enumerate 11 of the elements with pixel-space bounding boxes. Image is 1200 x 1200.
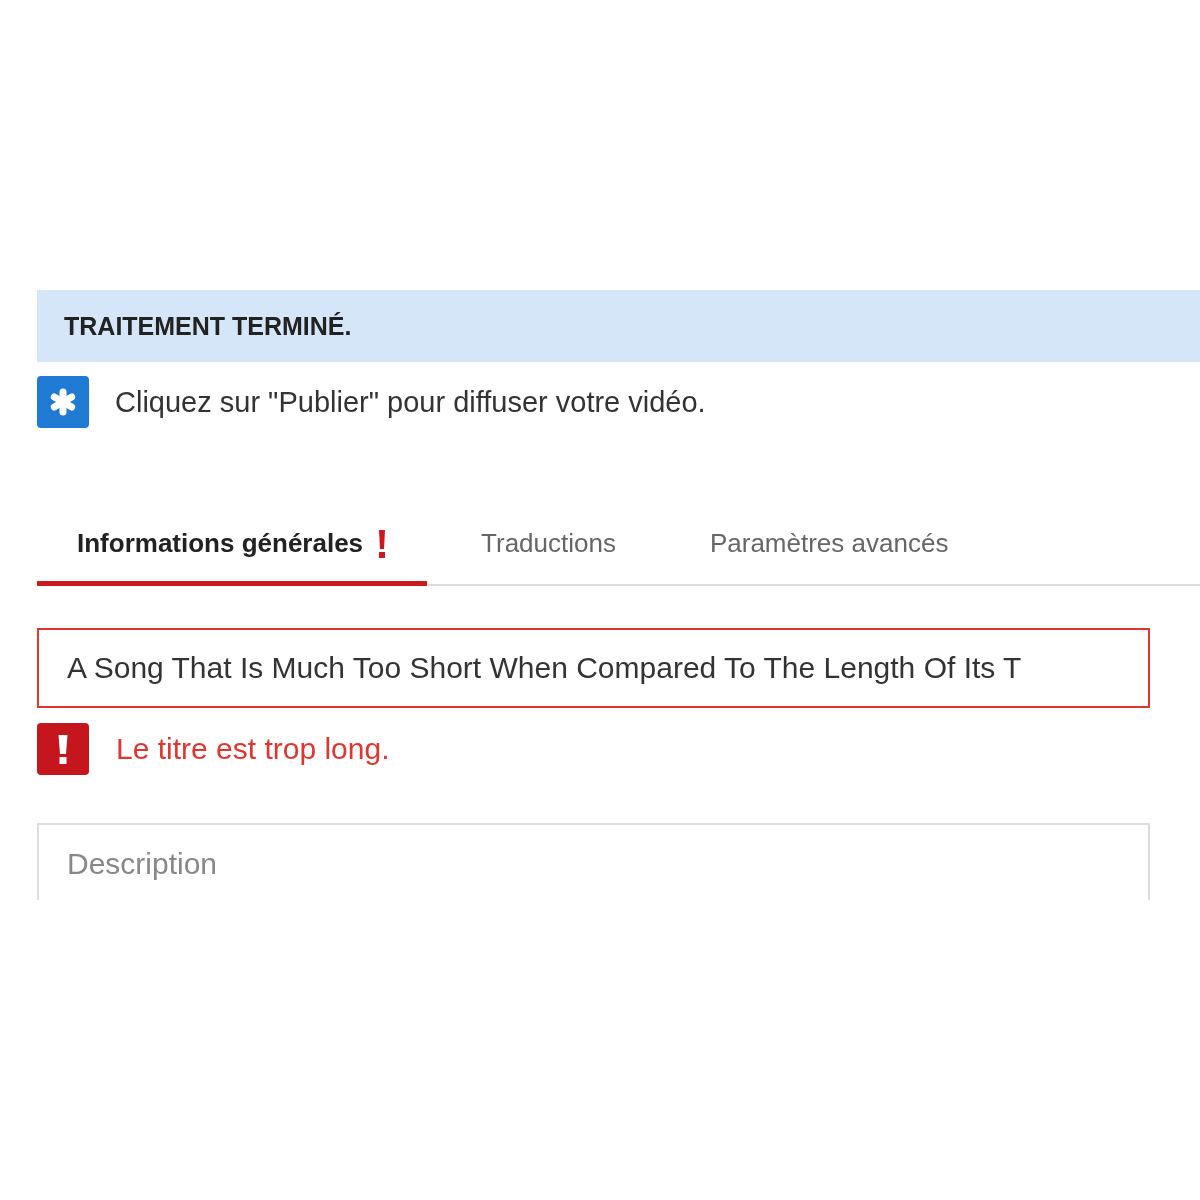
- description-field[interactable]: Description: [37, 823, 1150, 900]
- title-field[interactable]: A Song That Is Much Too Short When Compared To The Length Of Its T: [37, 628, 1150, 708]
- asterisk-icon: [37, 376, 89, 428]
- banner-text: TRAITEMENT TERMINÉ.: [64, 311, 352, 341]
- error-icon: [37, 723, 89, 775]
- tab[interactable]: Traductions: [441, 528, 656, 586]
- error-message: Le titre est trop long.: [116, 732, 390, 766]
- tab[interactable]: Paramètres avancés: [669, 528, 989, 586]
- title-value: A Song That Is Much Too Short When Compared To The Length Of Its T: [67, 651, 1022, 685]
- notice-text: Cliquez sur "Publier" pour diffuser votre vidéo.: [115, 385, 706, 419]
- tab[interactable]: Informations générales: [37, 528, 428, 586]
